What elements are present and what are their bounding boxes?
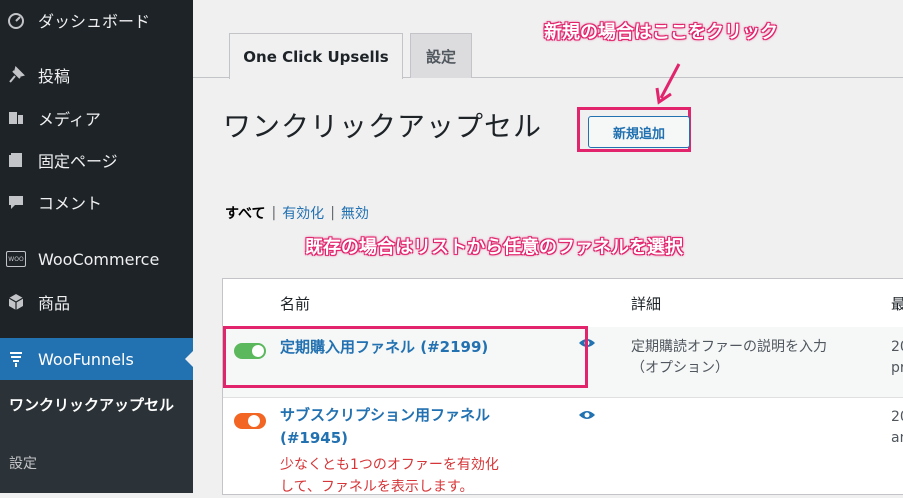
filter-enabled[interactable]: 有効化 (282, 203, 324, 223)
sidebar-item-label: コメント (38, 194, 103, 213)
filter-separator: | (330, 205, 335, 221)
table-header: 名前 詳細 最 (223, 279, 903, 328)
sidebar-item-products[interactable]: 商品 (0, 282, 193, 322)
annotation-existing: 既存の場合はリストから任意のファネルを選択 (305, 237, 683, 258)
column-header-detail: 詳細 (631, 295, 662, 313)
eye-icon[interactable] (578, 409, 596, 425)
funnel-last-column: 20 an (891, 409, 903, 446)
filter-separator: | (271, 205, 277, 221)
comment-icon (6, 192, 26, 212)
funnel-warning: 少なくとも1つのオファーを有効化 して、ファネルを表示します。 (280, 457, 499, 495)
sidebar-item-posts[interactable]: 投稿 (0, 55, 193, 95)
admin-sidebar: ダッシュボード 投稿 メディア 固定ページ コメント WOO WooCommer… (0, 0, 194, 493)
sidebar-item-label: 固定ページ (38, 152, 118, 171)
pin-icon (6, 65, 26, 85)
filter-disabled[interactable]: 無効 (341, 203, 369, 223)
sidebar-item-label: WooCommerce (38, 249, 160, 269)
sidebar-item-label: ダッシュボード (38, 12, 151, 31)
annotation-arrow-icon (655, 63, 681, 105)
dashboard-icon (6, 10, 26, 30)
tab-settings[interactable]: 設定 (410, 33, 472, 78)
sidebar-item-woocommerce[interactable]: WOO WooCommerce (0, 239, 193, 279)
sidebar-item-comments[interactable]: コメント (0, 182, 193, 222)
sidebar-item-label: メディア (38, 110, 101, 129)
table-row: サブスクリプション用ファネル (#1945) 少なくとも1つのオファーを有効化 … (223, 398, 903, 495)
sidebar-item-pages[interactable]: 固定ページ (0, 140, 193, 180)
column-header-name[interactable]: 名前 (280, 293, 310, 314)
sidebar-item-dashboard[interactable]: ダッシュボード (0, 0, 193, 40)
tab-one-click-upsells[interactable]: One Click Upsells (229, 33, 403, 79)
sidebar-item-woofunnels[interactable]: WooFunnels (0, 338, 194, 380)
page-icon (6, 150, 26, 170)
sidebar-item-label: 商品 (38, 294, 71, 313)
funnel-detail: 定期購読オファーの説明を入力 （オプション） (631, 339, 827, 376)
funnel-name-link[interactable]: サブスクリプション用ファネル (#1945) (280, 404, 490, 450)
submenu-item-settings[interactable]: 設定 (9, 453, 37, 473)
add-new-button[interactable]: 新規追加 (588, 116, 690, 148)
highlight-box-existing (223, 326, 588, 388)
status-toggle[interactable] (234, 413, 266, 429)
column-header-last[interactable]: 最 (891, 293, 903, 314)
box-icon (6, 292, 26, 312)
sidebar-item-label: 投稿 (38, 67, 71, 86)
page-title: ワンクリックアップセル (223, 110, 543, 143)
filter-all[interactable]: すべて (225, 203, 265, 223)
annotation-new: 新規の場合はここをクリック (544, 22, 778, 43)
funnel-icon (6, 349, 26, 369)
sidebar-item-label: WooFunnels (38, 349, 134, 369)
funnel-last-column: 20 pr (891, 339, 903, 376)
sidebar-item-media[interactable]: メディア (0, 98, 193, 138)
status-filters: すべて | 有効化 | 無効 (225, 203, 369, 223)
woo-icon: WOO (6, 249, 26, 269)
active-menu-arrow (185, 350, 194, 368)
media-icon (6, 108, 26, 128)
submenu-item-one-click-upsell[interactable]: ワンクリックアップセル (9, 394, 184, 416)
